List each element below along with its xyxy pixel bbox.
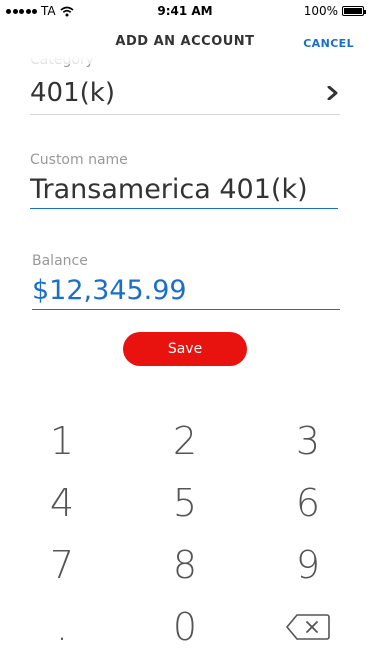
balance-input[interactable] — [32, 273, 340, 310]
nav-bar: ADD AN ACCOUNT CANCEL — [0, 22, 370, 64]
category-value: 401(k) — [30, 78, 115, 108]
key-8[interactable]: 8 — [135, 538, 235, 592]
key-0[interactable]: 0 — [135, 600, 235, 654]
key-7[interactable]: 7 — [12, 538, 112, 592]
custom-name-field-group: Custom name — [30, 152, 338, 209]
custom-name-label: Custom name — [30, 152, 128, 168]
status-right: 100% — [303, 4, 366, 18]
save-button[interactable]: Save — [123, 332, 247, 366]
chevron-right-icon — [327, 86, 338, 100]
backspace-icon — [286, 614, 330, 640]
cancel-button[interactable]: CANCEL — [303, 37, 354, 50]
balance-label: Balance — [32, 253, 88, 269]
custom-name-input[interactable] — [30, 172, 338, 209]
battery-percentage: 100% — [303, 4, 338, 18]
key-2[interactable]: 2 — [135, 414, 235, 468]
battery-icon — [342, 6, 366, 16]
key-5[interactable]: 5 — [135, 476, 235, 530]
key-6[interactable]: 6 — [258, 476, 358, 530]
key-3[interactable]: 3 — [258, 414, 358, 468]
delete-key[interactable] — [258, 600, 358, 654]
numeric-keypad: 1 2 3 4 5 6 7 8 9 . 0 — [0, 410, 370, 657]
key-decimal[interactable]: . — [12, 600, 112, 654]
key-9[interactable]: 9 — [258, 538, 358, 592]
balance-field-group: Balance — [32, 253, 340, 310]
key-4[interactable]: 4 — [12, 476, 112, 530]
status-bar: TA 9:41 AM 100% — [0, 0, 370, 22]
key-1[interactable]: 1 — [12, 414, 112, 468]
